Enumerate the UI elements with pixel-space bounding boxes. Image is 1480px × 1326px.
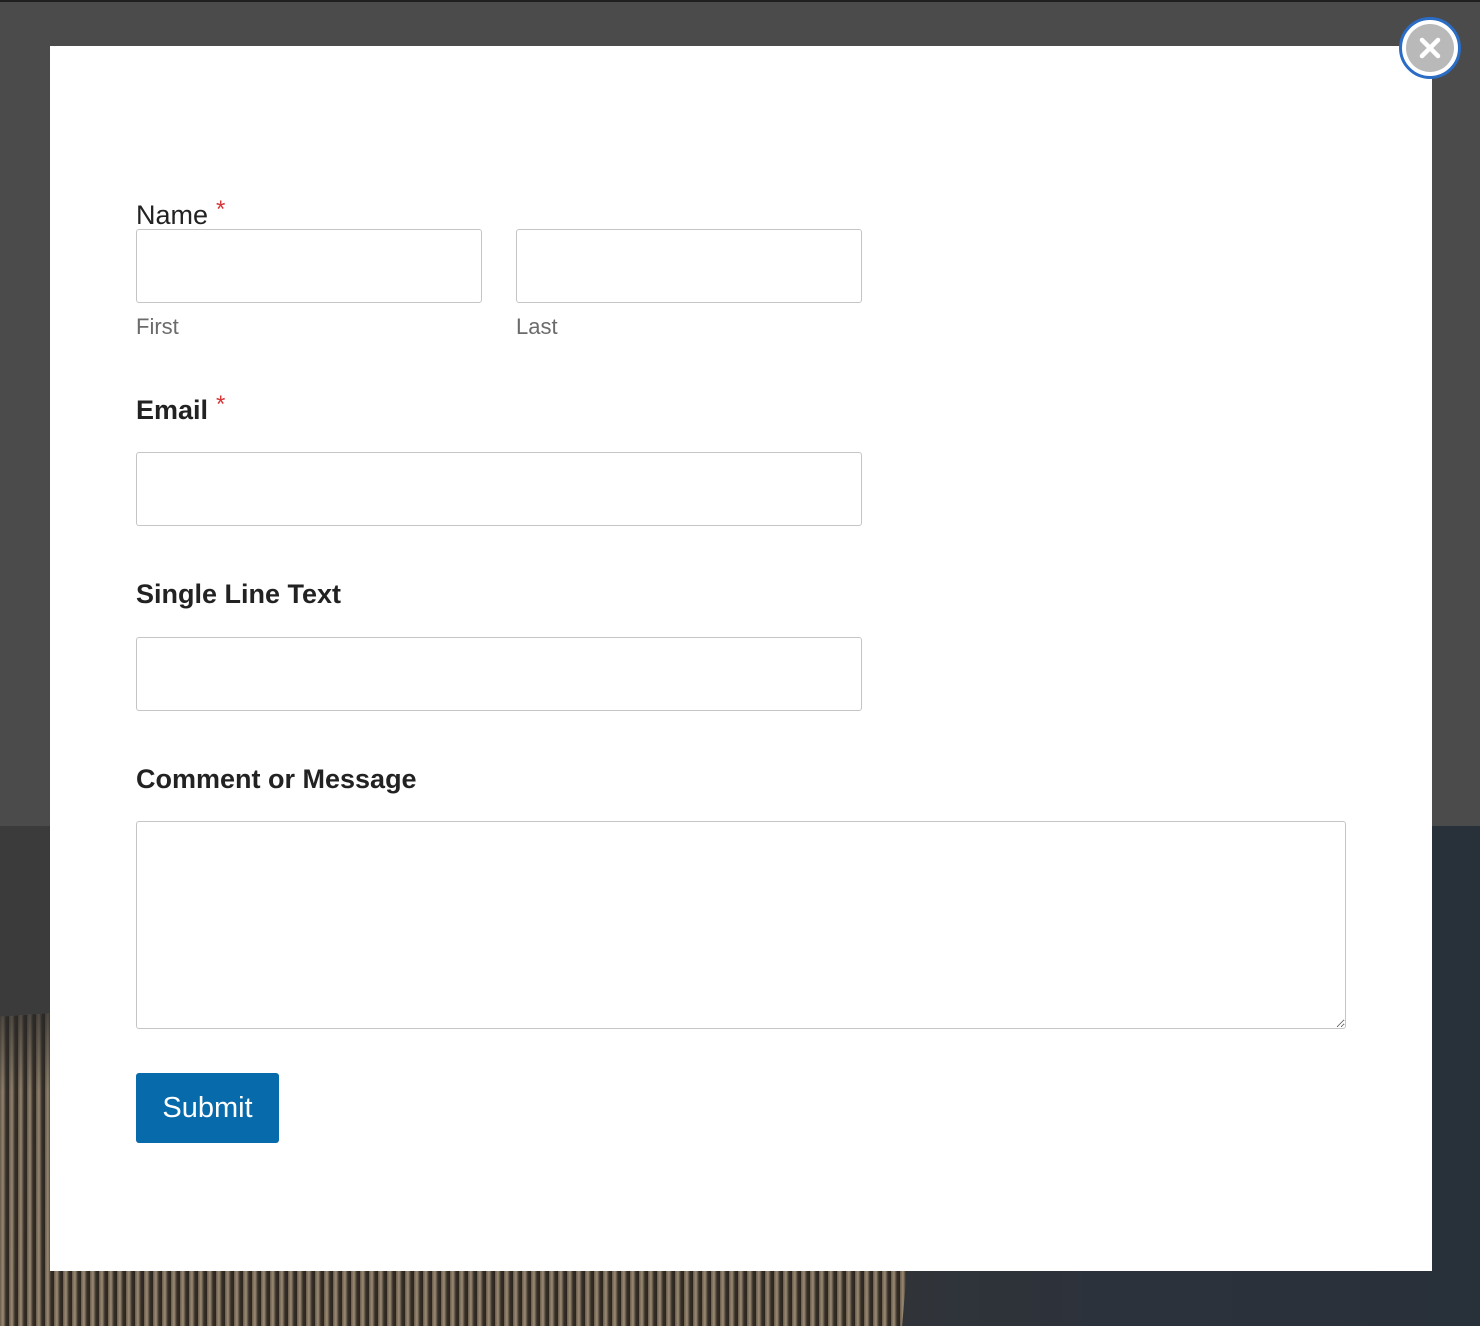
first-name-input[interactable] [136, 229, 482, 303]
submit-button[interactable]: Submit [136, 1073, 279, 1143]
email-input[interactable] [136, 452, 862, 526]
single-line-text-input[interactable] [136, 637, 862, 711]
first-name-sublabel: First [136, 314, 179, 339]
comment-label: Comment or Message [136, 764, 417, 794]
email-label: Email * [136, 391, 226, 425]
email-required-mark: * [216, 391, 226, 418]
name-required-mark: * [216, 196, 226, 223]
close-icon [1419, 37, 1441, 59]
single-line-text-label: Single Line Text [136, 579, 342, 609]
comment-textarea[interactable] [136, 821, 1346, 1029]
last-name-input[interactable] [516, 229, 862, 303]
close-button-inner [1406, 24, 1454, 72]
close-modal-button[interactable] [1399, 17, 1461, 79]
contact-form-modal: Name * First Last Email * Single Line Text… [50, 46, 1432, 1271]
last-name-sublabel: Last [516, 314, 558, 339]
name-label: Name * [136, 196, 226, 230]
top-strip [0, 0, 1480, 2]
